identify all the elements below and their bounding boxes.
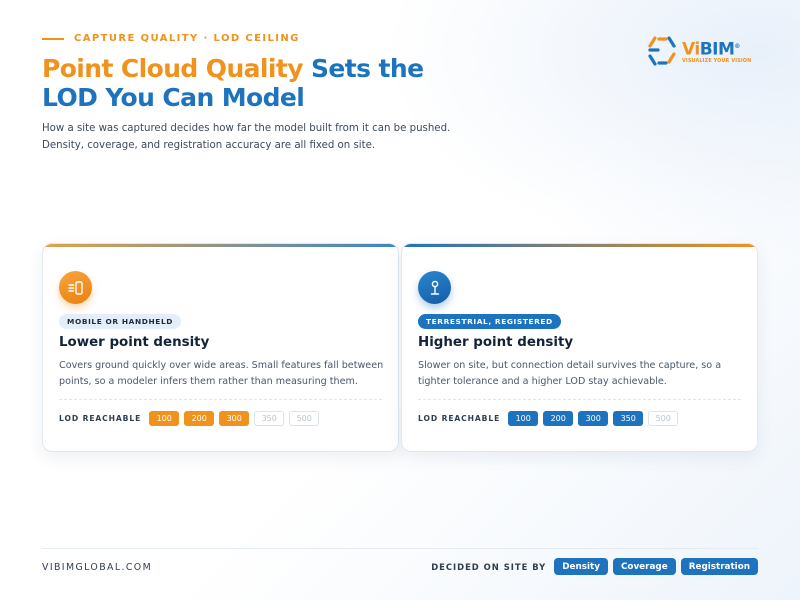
title-accent: Point Cloud Quality: [42, 54, 304, 83]
lod-chip-100: 100: [149, 411, 180, 426]
card-heading: Lower point density: [59, 335, 210, 350]
page-title: Point Cloud Quality Sets the LOD You Can…: [42, 54, 482, 112]
card-terrestrial-capture: TERRESTRIAL, REGISTERED Higher point den…: [401, 243, 758, 452]
eyebrow-rule: [42, 37, 64, 40]
card-top-bar: [43, 244, 398, 247]
tripod-scanner-icon: [418, 271, 451, 304]
tripod-scanner-glyph: [430, 280, 439, 295]
card-description: Slower on site, but connection detail su…: [418, 360, 722, 387]
vibim-logo: ViBIM® VISUALIZE YOUR VISION: [646, 34, 758, 68]
card-mobile-capture: MOBILE OR HANDHELD Lower point density C…: [42, 243, 399, 452]
card-heading: Higher point density: [418, 335, 574, 350]
mobile-scanner-glyph: [67, 280, 83, 295]
page-subtitle: How a site was captured decides how far …: [42, 123, 451, 151]
lod-chip-200: 200: [543, 411, 574, 426]
lod-reachable-label: LOD REACHABLE: [418, 414, 501, 423]
lod-chip-300: 300: [219, 411, 250, 426]
decided-label: DECIDED ON SITE BY: [431, 561, 547, 572]
eyebrow-text: CAPTURE QUALITY · LOD CEILING: [74, 33, 300, 44]
lod-chip-100: 100: [508, 411, 539, 426]
lod-chip-500: 500: [289, 411, 320, 426]
logo-brand-vi: Vi: [682, 39, 700, 60]
card-top-bar: [402, 244, 757, 247]
lod-reachable-row: LOD REACHABLE 100 200 300 350 500: [418, 411, 679, 426]
tag-registration: Registration: [680, 558, 758, 575]
footer-site-link[interactable]: VIBIMGLOBAL.COM: [42, 562, 152, 573]
logo-wordmark: ViBIM® VISUALIZE YOUR VISION: [682, 38, 751, 64]
eyebrow: CAPTURE QUALITY · LOD CEILING: [42, 33, 300, 44]
tag-coverage: Coverage: [612, 558, 676, 575]
tag-density: Density: [554, 558, 608, 575]
logo-mark-icon: [648, 36, 676, 66]
lod-reachable-row: LOD REACHABLE 100 200 300 350 500: [59, 411, 320, 426]
lod-chip-350: 350: [613, 411, 644, 426]
logo-brand-rest: BIM: [699, 39, 735, 60]
lod-reachable-label: LOD REACHABLE: [59, 414, 142, 423]
footer-decided-by: DECIDED ON SITE BY Density Coverage Regi…: [431, 558, 758, 575]
lod-chip-300: 300: [578, 411, 609, 426]
logo-tagline: VISUALIZE YOUR VISION: [682, 58, 752, 64]
mobile-scanner-icon: [59, 271, 92, 304]
card-description: Covers ground quickly over wide areas. S…: [59, 360, 384, 387]
logo-registered: ®: [734, 43, 740, 51]
card-divider: [59, 399, 382, 400]
lod-chip-500: 500: [648, 411, 679, 426]
capture-method-badge: MOBILE OR HANDHELD: [59, 314, 182, 329]
logo-brand: ViBIM®: [682, 38, 751, 59]
lod-chip-200: 200: [184, 411, 215, 426]
capture-method-badge: TERRESTRIAL, REGISTERED: [418, 314, 561, 329]
footer-divider: [42, 548, 758, 549]
lod-chip-350: 350: [254, 411, 285, 426]
card-divider: [418, 399, 741, 400]
